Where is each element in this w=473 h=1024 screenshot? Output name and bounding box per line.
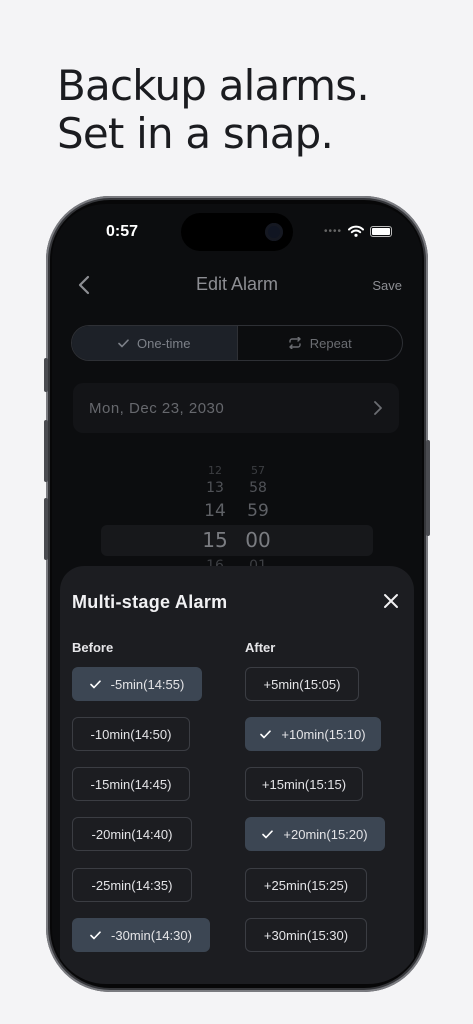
check-icon xyxy=(260,729,272,738)
segment-one-time[interactable]: One-time xyxy=(72,326,238,360)
chip-label: -25min(14:35) xyxy=(91,877,173,893)
chip-label: -10min(14:50) xyxy=(90,726,172,742)
signal-icon: •••• xyxy=(323,225,342,237)
after-chip[interactable]: +5min(15:05) xyxy=(245,667,359,701)
headline: Backup alarms. Set in a snap. xyxy=(57,61,370,158)
page-title: Edit Alarm xyxy=(195,274,279,294)
status-time: 0:57 xyxy=(106,223,139,240)
minute-option[interactable]: 59 xyxy=(238,501,278,521)
minute-selected[interactable]: 00 xyxy=(238,528,278,552)
chip-label: +10min(15:10) xyxy=(281,726,366,742)
status-icons: •••• xyxy=(324,225,392,237)
minute-option[interactable]: 58 xyxy=(238,480,278,496)
chip-label: +25min(15:25) xyxy=(263,877,349,893)
check-icon xyxy=(89,679,101,688)
phone-screen: 0:57 •••• Edit Alarm Save One-time Repea… xyxy=(52,204,422,984)
chip-label: +20min(15:20) xyxy=(283,826,368,842)
check-icon xyxy=(262,829,274,838)
picker-selection-band xyxy=(101,525,373,556)
before-label: Before xyxy=(72,640,114,655)
save-button[interactable]: Save xyxy=(372,278,402,293)
chip-label: +30min(15:30) xyxy=(263,927,349,943)
chip-label: -20min(14:40) xyxy=(91,826,173,842)
close-icon[interactable] xyxy=(382,592,400,610)
chip-label: -30min(14:30) xyxy=(111,927,192,943)
check-icon xyxy=(90,930,101,939)
phone-side-button xyxy=(426,440,430,536)
chevron-right-icon xyxy=(374,401,382,415)
time-picker[interactable]: 12 57 13 58 14 59 15 00 16 01 xyxy=(52,462,422,574)
dynamic-island xyxy=(181,213,293,251)
chip-label: -5min(14:55) xyxy=(110,676,185,692)
hour-option[interactable]: 13 xyxy=(195,480,235,496)
before-chip[interactable]: -20min(14:40) xyxy=(72,817,192,851)
after-chip[interactable]: +30min(15:30) xyxy=(245,918,367,952)
phone-side-button xyxy=(44,358,48,392)
hour-option[interactable]: 14 xyxy=(195,501,235,521)
chip-label: +15min(15:15) xyxy=(261,776,347,792)
segment-repeat-label: Repeat xyxy=(309,335,352,351)
before-chip[interactable]: -10min(14:50) xyxy=(72,717,190,751)
chip-label: +5min(15:05) xyxy=(263,676,341,692)
headline-line-2: Set in a snap. xyxy=(57,109,334,158)
sheet-title: Multi-stage Alarm xyxy=(72,592,228,612)
after-chip[interactable]: +25min(15:25) xyxy=(245,868,367,902)
hour-selected[interactable]: 15 xyxy=(195,528,235,552)
after-label: After xyxy=(245,640,276,655)
date-value: Mon, Dec 23, 2030 xyxy=(89,399,225,417)
segment-one-time-label: One-time xyxy=(137,335,191,351)
before-chip[interactable]: -5min(14:55) xyxy=(72,667,202,701)
hour-option[interactable]: 12 xyxy=(195,464,235,477)
before-chip[interactable]: -15min(14:45) xyxy=(72,767,190,801)
after-chip[interactable]: +20min(15:20) xyxy=(245,817,385,851)
headline-line-1: Backup alarms. xyxy=(57,61,370,110)
multi-stage-alarm-sheet: Multi-stage Alarm Before After -5min(14:… xyxy=(60,566,414,984)
nav-bar: Edit Alarm Save xyxy=(52,270,422,300)
before-chip[interactable]: -30min(14:30) xyxy=(72,918,210,952)
segment-repeat[interactable]: Repeat xyxy=(238,326,403,360)
minute-option[interactable]: 57 xyxy=(238,464,278,477)
after-chip[interactable]: +15min(15:15) xyxy=(245,767,363,801)
before-chip[interactable]: -25min(14:35) xyxy=(72,868,192,902)
date-row[interactable]: Mon, Dec 23, 2030 xyxy=(73,383,399,433)
after-chip[interactable]: +10min(15:10) xyxy=(245,717,381,751)
wifi-icon xyxy=(348,225,364,237)
phone-side-button xyxy=(44,420,48,482)
check-icon xyxy=(118,338,129,347)
chip-label: -15min(14:45) xyxy=(90,776,172,792)
repeat-mode-segment: One-time Repeat xyxy=(71,325,403,361)
battery-icon xyxy=(370,225,392,237)
repeat-icon xyxy=(289,337,301,349)
phone-side-button xyxy=(44,498,48,560)
